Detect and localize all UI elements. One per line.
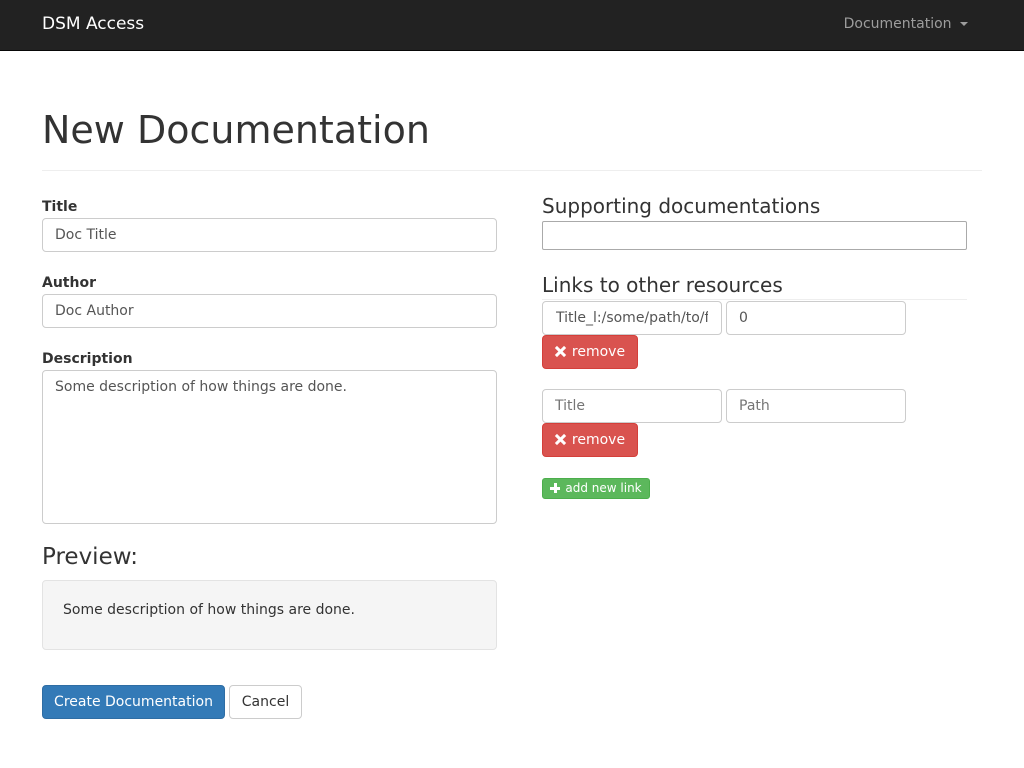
brand-link[interactable]: DSM Access (42, 14, 144, 34)
remove-link-button[interactable]: remove (542, 335, 638, 369)
caret-down-icon (960, 22, 968, 26)
links-divider (542, 299, 967, 300)
documentation-dropdown[interactable]: Documentation (844, 15, 968, 33)
remove-icon (555, 434, 566, 445)
remove-icon (555, 346, 566, 357)
author-label: Author (42, 275, 96, 291)
remove-link-button[interactable]: remove (542, 423, 638, 457)
preview-panel: Some description of how things are done. (42, 580, 497, 650)
supporting-documentations-heading: Supporting documentations (542, 194, 821, 218)
page-title: New Documentation (42, 108, 430, 152)
supporting-documentations-select[interactable] (542, 221, 967, 250)
description-label: Description (42, 351, 133, 367)
cancel-button[interactable]: Cancel (229, 685, 302, 719)
title-label: Title (42, 199, 78, 215)
plus-icon (550, 483, 561, 493)
link-title-input[interactable] (542, 301, 722, 335)
documentation-dropdown-label: Documentation (843, 16, 952, 32)
link-title-input[interactable] (542, 389, 722, 423)
title-input[interactable] (42, 218, 497, 252)
add-new-link-button[interactable]: add new link (542, 478, 650, 499)
preview-heading: Preview: (42, 544, 139, 570)
navbar: DSM Access Documentation (0, 0, 1024, 51)
description-textarea[interactable]: Some description of how things are done. (42, 370, 497, 524)
title-divider (42, 170, 982, 171)
author-input[interactable] (42, 294, 497, 328)
link-path-input[interactable] (726, 389, 906, 423)
link-path-input[interactable] (726, 301, 906, 335)
preview-text: Some description of how things are done. (63, 602, 355, 618)
links-heading: Links to other resources (542, 273, 783, 297)
create-documentation-button[interactable]: Create Documentation (42, 685, 225, 719)
